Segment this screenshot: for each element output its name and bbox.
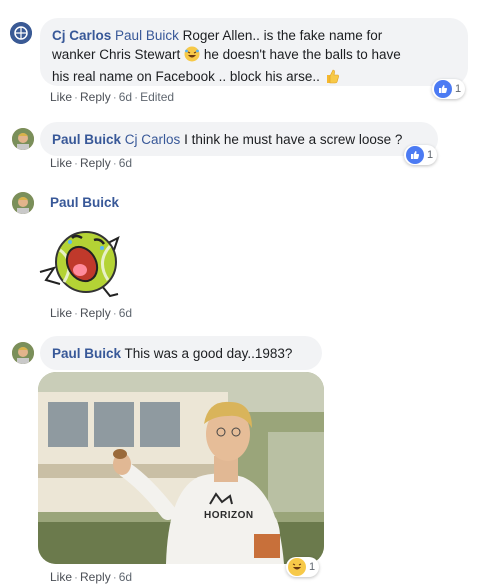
reaction-count-badge[interactable]: 1 (286, 557, 320, 577)
like-link[interactable]: Like (50, 90, 72, 104)
comment-bubble: Paul Buick Cj Carlos I think he must hav… (40, 122, 438, 156)
timestamp[interactable]: 6d (119, 156, 132, 170)
reply-link[interactable]: Reply (80, 90, 111, 104)
comment-cj-carlos: Cj Carlos Paul Buick Roger Allen.. is th… (0, 0, 483, 110)
like-icon (406, 146, 424, 164)
reaction-count: 1 (309, 561, 316, 573)
comment-author[interactable]: Cj Carlos (52, 28, 111, 43)
comment-actions: Like · Reply · 6d (50, 306, 133, 320)
avatar[interactable] (12, 192, 34, 214)
comment-actions: Like · Reply · 6d · Edited (50, 90, 175, 104)
timestamp[interactable]: 6d (119, 306, 132, 320)
edited-label[interactable]: Edited (140, 90, 174, 104)
like-link[interactable]: Like (50, 570, 72, 584)
comment-bubble: Cj Carlos Paul Buick Roger Allen.. is th… (40, 18, 468, 86)
comment-text: his real name on Facebook .. block his a… (52, 69, 320, 84)
comment-actions: Like · Reply · 6d (50, 156, 133, 170)
comment-text: This was a good day..1983? (124, 346, 293, 361)
reaction-count-badge[interactable]: 1 (404, 145, 438, 165)
haha-icon (288, 558, 306, 576)
comment-mention[interactable]: Cj Carlos (125, 132, 181, 147)
comment-paul-buick-sticker: Paul Buick Like · Reply · 6d (0, 182, 483, 332)
comment-author[interactable]: Paul Buick (52, 132, 121, 147)
avatar[interactable] (10, 22, 32, 44)
like-link[interactable]: Like (50, 156, 72, 170)
timestamp[interactable]: 6d (119, 90, 132, 104)
reaction-count-badge[interactable]: 1 (432, 79, 466, 99)
reaction-count: 1 (427, 149, 434, 161)
photo-shirt-text: HORIZON (204, 510, 254, 521)
reply-link[interactable]: Reply (80, 156, 111, 170)
comment-actions: Like · Reply · 6d (50, 570, 133, 584)
reply-link[interactable]: Reply (80, 570, 111, 584)
comment-text: wanker Chris Stewart (52, 47, 181, 62)
comment-bubble: Paul Buick This was a good day..1983? (40, 336, 322, 370)
thumbs-up-emoji-icon (324, 68, 340, 89)
like-icon (434, 80, 452, 98)
comment-paul-buick-reply: Paul Buick Cj Carlos I think he must hav… (0, 110, 483, 182)
like-link[interactable]: Like (50, 306, 72, 320)
avatar[interactable] (12, 128, 34, 150)
comment-text: I think he must have a screw loose ? (184, 132, 403, 147)
attached-photo[interactable]: HORIZON (38, 372, 324, 564)
comment-mention[interactable]: Paul Buick (115, 28, 179, 43)
comment-text: he doesn't have the balls to have (203, 47, 401, 62)
laughing-emoji-icon (184, 46, 200, 67)
comment-author[interactable]: Paul Buick (50, 195, 119, 210)
comment-paul-buick-photo: Paul Buick This was a good day..1983? HO… (0, 332, 483, 585)
reply-link[interactable]: Reply (80, 306, 111, 320)
comment-text: Roger Allen.. is the fake name for (182, 28, 383, 43)
laughing-tennis-ball-sticker[interactable] (36, 224, 126, 300)
avatar[interactable] (12, 342, 34, 364)
reaction-count: 1 (455, 83, 462, 95)
timestamp[interactable]: 6d (119, 570, 132, 584)
comment-author[interactable]: Paul Buick (52, 346, 121, 361)
